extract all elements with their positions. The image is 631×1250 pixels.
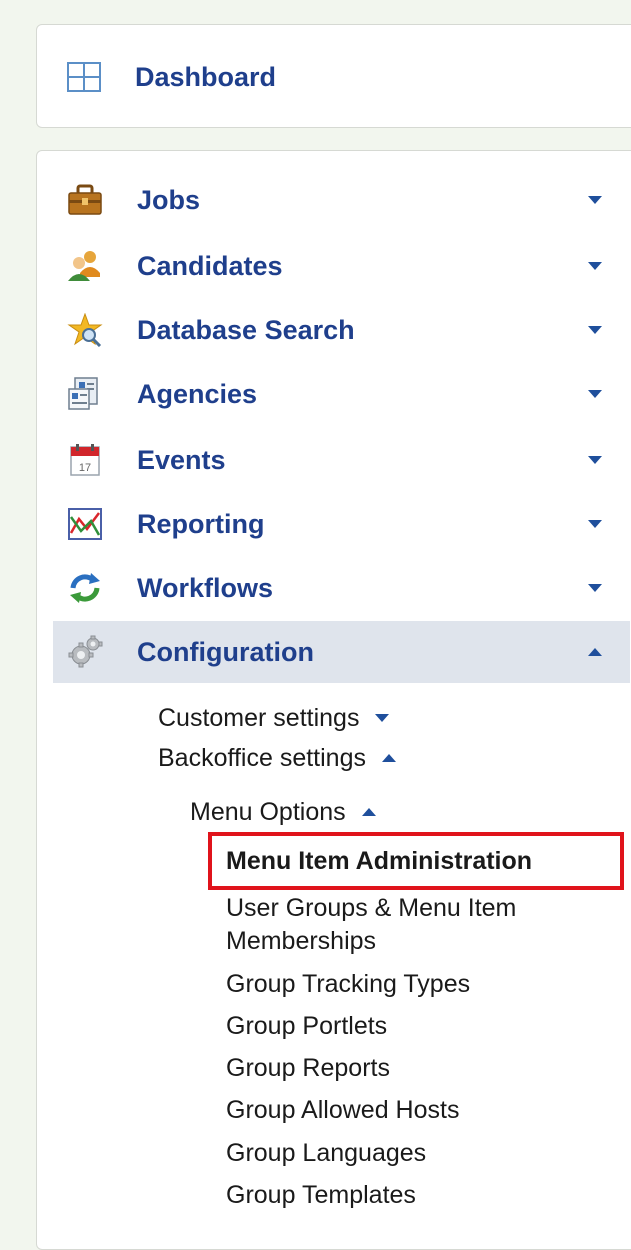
backoffice-settings-link[interactable]: Backoffice settings bbox=[158, 742, 396, 774]
nav-item-events[interactable]: 17 Events bbox=[53, 429, 630, 491]
nav-item-label: Candidates bbox=[137, 250, 283, 281]
user-groups-link-continued[interactable]: Memberships bbox=[226, 925, 376, 957]
group-allowed-hosts-link[interactable]: Group Allowed Hosts bbox=[226, 1094, 459, 1126]
chevron-down-icon[interactable] bbox=[588, 326, 602, 334]
chevron-down-icon[interactable] bbox=[588, 456, 602, 464]
nav-item-label: Database Search bbox=[137, 314, 355, 345]
agencies-icon bbox=[68, 377, 98, 410]
nav-item-reporting[interactable]: Reporting bbox=[53, 493, 630, 555]
group-templates-link[interactable]: Group Templates bbox=[226, 1179, 416, 1211]
chevron-up-icon[interactable] bbox=[381, 754, 396, 762]
calendar-icon: 17 bbox=[70, 444, 100, 476]
nav-item-database-search[interactable]: Database Search bbox=[53, 299, 630, 361]
chevron-down-icon[interactable] bbox=[375, 714, 390, 722]
dashboard-label: Dashboard bbox=[135, 61, 277, 92]
dashboard-link[interactable]: Dashboard bbox=[67, 59, 276, 95]
grid-icon bbox=[67, 62, 101, 92]
chevron-down-icon[interactable] bbox=[588, 520, 602, 528]
svg-text:17: 17 bbox=[79, 462, 91, 474]
nav-item-label: Agencies bbox=[137, 378, 258, 409]
chevron-down-icon[interactable] bbox=[588, 262, 602, 270]
menu-options-link[interactable]: Menu Options bbox=[190, 796, 376, 828]
chart-icon bbox=[68, 508, 102, 540]
chevron-down-icon[interactable] bbox=[588, 584, 602, 592]
group-languages-link[interactable]: Group Languages bbox=[226, 1137, 426, 1169]
group-tracking-types-link[interactable]: Group Tracking Types bbox=[226, 968, 470, 1000]
briefcase-icon bbox=[68, 184, 102, 215]
refresh-icon bbox=[70, 573, 100, 603]
group-portlets-link[interactable]: Group Portlets bbox=[226, 1010, 387, 1042]
chevron-down-icon[interactable] bbox=[588, 390, 602, 398]
nav-item-candidates[interactable]: Candidates bbox=[53, 235, 630, 297]
gear-icon bbox=[68, 635, 103, 668]
nav-item-label: Jobs bbox=[137, 184, 201, 215]
nav-item-label: Configuration bbox=[137, 636, 314, 667]
dashboard-panel: Dashboard bbox=[36, 24, 631, 128]
star-search-icon bbox=[67, 313, 103, 347]
nav-item-label: Events bbox=[137, 444, 226, 475]
group-reports-link[interactable]: Group Reports bbox=[226, 1052, 390, 1084]
customer-settings-label: Customer settings bbox=[158, 703, 360, 732]
chevron-up-icon[interactable] bbox=[588, 648, 602, 656]
chevron-up-icon[interactable] bbox=[361, 808, 376, 816]
nav-item-jobs[interactable]: Jobs bbox=[53, 169, 630, 231]
nav-item-label: Reporting bbox=[137, 508, 265, 539]
chevron-down-icon[interactable] bbox=[588, 196, 602, 204]
backoffice-settings-label: Backoffice settings bbox=[158, 743, 366, 772]
nav-item-agencies[interactable]: Agencies bbox=[53, 363, 630, 425]
nav-item-label: Workflows bbox=[137, 572, 274, 603]
nav-item-workflows[interactable]: Workflows bbox=[53, 557, 630, 619]
main-nav-panel: Jobs Candidates Database Search Agencies… bbox=[36, 150, 631, 1250]
menu-options-label: Menu Options bbox=[190, 797, 346, 826]
user-groups-link[interactable]: User Groups & Menu Item bbox=[226, 892, 516, 924]
customer-settings-link[interactable]: Customer settings bbox=[158, 702, 390, 734]
menu-item-administration-link[interactable]: Menu Item Administration bbox=[226, 845, 532, 877]
nav-item-configuration[interactable]: Configuration bbox=[53, 621, 630, 683]
users-icon bbox=[68, 251, 100, 281]
